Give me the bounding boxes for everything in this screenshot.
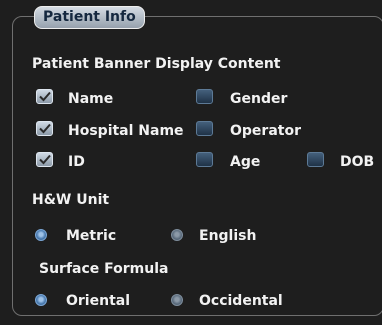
english-label[interactable]: English — [199, 228, 256, 244]
checkmark-icon — [39, 91, 51, 102]
operator-label[interactable]: Operator — [230, 123, 301, 139]
metric-label[interactable]: Metric — [66, 228, 116, 244]
checkmark-icon — [39, 154, 51, 165]
gender-checkbox[interactable] — [196, 89, 213, 104]
name-label[interactable]: Name — [68, 91, 113, 107]
name-checkbox[interactable] — [36, 89, 53, 104]
banner-content-heading: Patient Banner Display Content — [32, 56, 281, 72]
surface-formula-heading: Surface Formula — [39, 261, 169, 277]
english-radio[interactable] — [171, 229, 183, 241]
hospital-name-checkbox[interactable] — [36, 121, 53, 136]
gender-label[interactable]: Gender — [230, 91, 287, 107]
occidental-label[interactable]: Occidental — [199, 293, 283, 309]
oriental-radio[interactable] — [35, 294, 47, 306]
hw-unit-heading: H&W Unit — [32, 192, 110, 208]
hospital-name-label[interactable]: Hospital Name — [68, 123, 184, 139]
metric-radio[interactable] — [35, 229, 47, 241]
operator-checkbox[interactable] — [196, 121, 213, 136]
checkmark-icon — [39, 123, 51, 134]
occidental-radio[interactable] — [171, 294, 183, 306]
id-checkbox[interactable] — [36, 152, 53, 167]
age-label[interactable]: Age — [230, 154, 260, 170]
id-label[interactable]: ID — [68, 154, 85, 170]
oriental-label[interactable]: Oriental — [66, 293, 130, 309]
dob-checkbox[interactable] — [307, 152, 324, 167]
patient-info-group-title: Patient Info — [34, 6, 145, 29]
dob-label[interactable]: DOB — [340, 154, 374, 170]
age-checkbox[interactable] — [196, 152, 213, 167]
